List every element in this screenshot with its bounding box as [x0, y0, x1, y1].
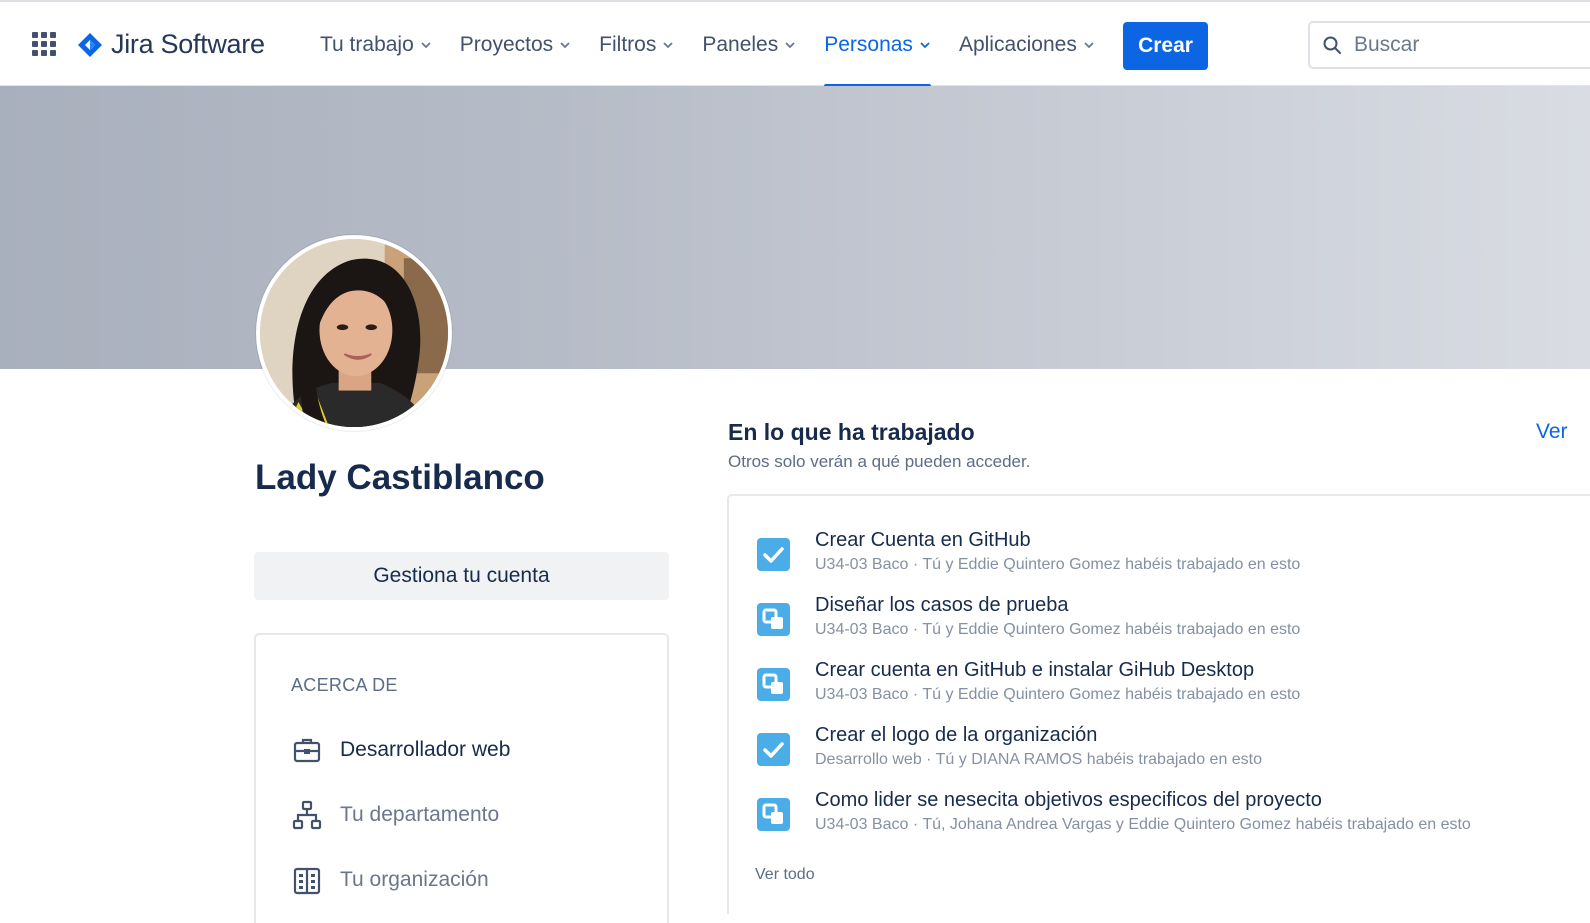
list-item[interactable]: Diseñar los casos de prueba U34-03 Baco …: [757, 593, 1590, 645]
office-building-icon: [293, 867, 321, 895]
app-switcher-icon[interactable]: [32, 32, 56, 56]
profile-header-banner: [0, 86, 1590, 369]
subtask-icon: [757, 798, 790, 831]
chevron-down-icon: [663, 42, 673, 49]
list-item[interactable]: Crear Cuenta en GitHub U34-03 Baco · Tú …: [757, 528, 1590, 580]
chevron-down-icon: [421, 42, 431, 49]
about-department[interactable]: Tu departamento: [292, 800, 499, 830]
list-item[interactable]: Crear el logo de la organización Desarro…: [757, 723, 1590, 775]
nav-label: Tu trabajo: [320, 33, 414, 56]
main-nav: Tu trabajo Proyectos Filtros Paneles Per…: [306, 2, 1109, 88]
department-text: Tu departamento: [340, 803, 500, 826]
briefcase-icon: [293, 738, 321, 763]
nav-paneles[interactable]: Paneles: [688, 2, 810, 88]
nav-label: Aplicaciones: [958, 33, 1077, 56]
view-all-link[interactable]: Ver: [1536, 420, 1568, 444]
hierarchy-icon: [292, 800, 322, 830]
list-item[interactable]: Como lider se nesecita objetivos especif…: [757, 788, 1590, 840]
create-button[interactable]: Crear: [1123, 22, 1208, 70]
worked-on-heading: En lo que ha trabajado: [728, 419, 975, 445]
item-title: Diseñar los casos de prueba: [815, 594, 1069, 616]
chevron-down-icon: [920, 42, 930, 49]
avatar-photo: [260, 239, 448, 427]
search-input[interactable]: [1354, 33, 1574, 57]
search-icon: [1323, 36, 1341, 54]
jira-diamond-icon: [78, 32, 102, 57]
item-title: Crear cuenta en GitHub e instalar GiHub …: [815, 659, 1255, 681]
task-icon: [757, 538, 790, 571]
jira-logo[interactable]: Jira Software: [77, 29, 265, 60]
list-item[interactable]: Crear cuenta en GitHub e instalar GiHub …: [757, 658, 1590, 710]
about-organization[interactable]: Tu organización: [292, 865, 489, 895]
item-meta: U34-03 Baco · Tú y Eddie Quintero Gomez …: [815, 621, 1301, 638]
item-meta: U34-03 Baco · Tú y Eddie Quintero Gomez …: [815, 686, 1301, 703]
subtask-icon: [757, 603, 790, 636]
nav-label: Filtros: [599, 33, 657, 56]
nav-personas[interactable]: Personas: [810, 2, 945, 88]
subtask-icon: [757, 668, 790, 701]
chevron-down-icon: [560, 42, 570, 49]
item-title: Crear Cuenta en GitHub: [815, 529, 1031, 551]
item-meta: Desarrollo web · Tú y DIANA RAMOS habéis…: [815, 751, 1263, 768]
about-heading: ACERCA DE: [291, 675, 398, 695]
view-all-button[interactable]: Ver todo: [755, 866, 815, 884]
item-meta: U34-03 Baco · Tú y Eddie Quintero Gomez …: [815, 556, 1301, 573]
item-meta: U34-03 Baco · Tú, Johana Andrea Vargas y…: [815, 816, 1471, 833]
chevron-down-icon: [1084, 42, 1094, 49]
chevron-down-icon: [785, 42, 795, 49]
search-box[interactable]: [1308, 21, 1590, 69]
top-navigation-bar: Jira Software Tu trabajo Proyectos Filtr…: [0, 0, 1590, 88]
nav-tu-trabajo[interactable]: Tu trabajo: [306, 2, 446, 88]
organization-text: Tu organización: [340, 868, 489, 891]
nav-aplicaciones[interactable]: Aplicaciones: [945, 2, 1109, 88]
manage-account-button[interactable]: Gestiona tu cuenta: [254, 552, 669, 600]
job-title-text: Desarrollador web: [340, 738, 511, 761]
nav-filtros[interactable]: Filtros: [585, 2, 688, 88]
about-card: ACERCA DE Desarrollador web Tu departame…: [254, 633, 669, 923]
worked-on-subtitle: Otros solo verán a qué pueden acceder.: [728, 452, 1031, 471]
nav-label: Personas: [824, 33, 913, 56]
app-name: Jira Software: [111, 29, 265, 59]
item-title: Como lider se nesecita objetivos especif…: [815, 789, 1322, 811]
profile-avatar[interactable]: [256, 235, 452, 431]
nav-label: Proyectos: [459, 33, 554, 56]
about-job-title[interactable]: Desarrollador web: [292, 735, 510, 765]
nav-label: Paneles: [702, 33, 779, 56]
profile-name: Lady Castiblanco: [255, 458, 545, 497]
nav-proyectos[interactable]: Proyectos: [446, 2, 585, 88]
task-icon: [757, 733, 790, 766]
worked-on-card: Crear Cuenta en GitHub U34-03 Baco · Tú …: [727, 494, 1590, 914]
item-title: Crear el logo de la organización: [815, 724, 1098, 746]
